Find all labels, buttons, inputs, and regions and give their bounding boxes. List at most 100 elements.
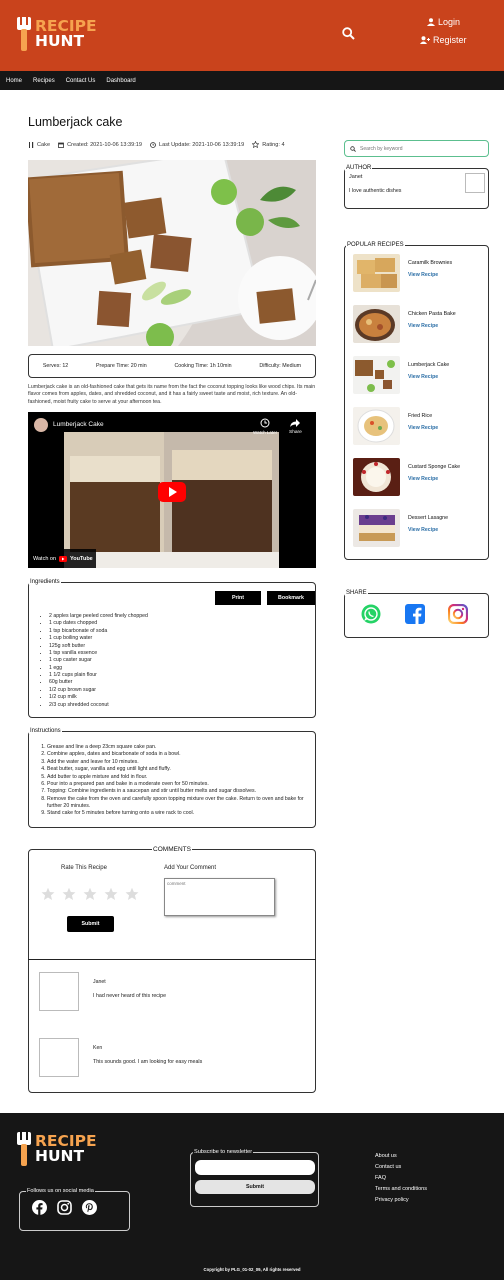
view-recipe-link[interactable]: View Recipe [408, 425, 438, 431]
nav-item-recipes[interactable]: Recipes [33, 78, 55, 84]
popular-recipe-item[interactable]: Custard Sponge Cake View Recipe [353, 458, 488, 509]
video-embed[interactable]: Lumberjack Cake Watch Later Share Watch … [28, 412, 316, 568]
ingredient-item: 1 cup caster sugar [49, 657, 148, 664]
youtube-logo-icon [59, 555, 68, 562]
comment-textarea[interactable] [164, 878, 275, 916]
utensil-logo-icon [17, 1132, 31, 1166]
footer-logo-text-hunt: HUNT [35, 1147, 85, 1165]
instruction-step: Combine apples, dates and bicarbonate of… [47, 751, 311, 758]
watch-on-youtube-button[interactable]: Watch on YouTube [28, 549, 96, 568]
star-outline-icon [252, 141, 260, 148]
ingredient-item: 1 tsp vanilla essence [49, 650, 148, 657]
sidebar-search[interactable] [344, 140, 489, 157]
star-icon[interactable] [125, 887, 139, 901]
watch-later-button[interactable]: Watch Later [253, 418, 277, 435]
recipe-thumbnail[interactable] [353, 458, 400, 496]
view-recipe-link[interactable]: View Recipe [408, 476, 460, 482]
star-icon[interactable] [41, 887, 55, 901]
instructions-section: Instructions Grease and line a deep 23cm… [28, 728, 316, 828]
pinterest-icon[interactable] [82, 1200, 97, 1215]
login-link[interactable]: Login [427, 17, 460, 27]
popular-recipe-title[interactable]: Chicken Pasta Bake [408, 311, 456, 317]
utensil-logo-icon [17, 17, 31, 51]
footer-link-faq[interactable]: FAQ [375, 1173, 427, 1184]
sidebar-search-input[interactable] [360, 145, 480, 152]
recipe-info-box: Serves: 12 Prepare Time: 20 min Cooking … [28, 354, 316, 378]
video-title[interactable]: Lumberjack Cake [53, 421, 104, 428]
fried-rice-illustration [353, 407, 400, 445]
footer-logo[interactable]: RECIPE HUNT [16, 1132, 97, 1166]
instagram-icon[interactable] [57, 1200, 72, 1215]
popular-recipe-title[interactable]: Caramilk Brownies [408, 260, 452, 266]
search-icon[interactable] [342, 27, 355, 40]
author-avatar [465, 173, 485, 193]
footer-link-contact[interactable]: Contact us [375, 1162, 427, 1173]
comment-avatar [39, 1038, 79, 1077]
instruction-step: Grease and line a deep 23cm square cake … [47, 744, 311, 751]
ingredient-item: 60g butter [49, 679, 148, 686]
rating-stars[interactable] [41, 887, 139, 901]
recipe-thumbnail[interactable] [353, 356, 400, 394]
meta-category-label: Cake [37, 141, 51, 148]
footer-link-privacy[interactable]: Privacy policy [375, 1195, 427, 1206]
popular-recipe-item[interactable]: Dessert Lasagne View Recipe [353, 509, 488, 560]
site-logo[interactable]: RECIPE HUNT [16, 17, 97, 51]
facebook-icon[interactable] [405, 604, 425, 624]
author-box: AUTHOR Janet I love authentic dishes [344, 165, 489, 209]
login-label: Login [438, 17, 461, 27]
comment-text: This sounds good. I am looking for easy … [93, 1059, 203, 1065]
popular-recipe-item[interactable]: Chicken Pasta Bake View Recipe [353, 305, 488, 356]
star-icon[interactable] [104, 887, 118, 901]
youtube-play-icon[interactable] [158, 482, 186, 502]
watch-on-label: Watch on [33, 555, 57, 562]
view-recipe-link[interactable]: View Recipe [408, 527, 448, 533]
view-recipe-link[interactable]: View Recipe [408, 272, 452, 278]
popular-recipe-title[interactable]: Dessert Lasagne [408, 515, 448, 521]
register-link[interactable]: Register [420, 35, 467, 45]
user-icon [427, 18, 435, 26]
popular-recipe-title[interactable]: Lumberjack Cake [408, 362, 449, 368]
popular-recipe-item[interactable]: Caramilk Brownies View Recipe [353, 254, 488, 305]
submit-rating-button[interactable]: Submit [67, 916, 114, 932]
channel-avatar[interactable] [34, 418, 48, 432]
footer-link-about[interactable]: About us [375, 1151, 427, 1162]
comment-avatar [39, 972, 79, 1011]
view-recipe-link[interactable]: View Recipe [408, 374, 449, 380]
nav-item-dashboard[interactable]: Dashboard [106, 78, 135, 84]
newsletter-legend: Subscribe to newsletter [194, 1149, 253, 1155]
lumberjack-cake-illustration [353, 356, 400, 394]
popular-recipe-item[interactable]: Lumberjack Cake View Recipe [353, 356, 488, 407]
recipe-thumbnail[interactable] [353, 407, 400, 445]
recipe-thumbnail[interactable] [353, 254, 400, 292]
recipe-thumbnail[interactable] [353, 305, 400, 343]
nav-item-home[interactable]: Home [6, 78, 22, 84]
facebook-icon[interactable] [32, 1200, 47, 1215]
popular-recipe-title[interactable]: Custard Sponge Cake [408, 464, 460, 470]
recipe-thumbnail[interactable] [353, 509, 400, 547]
share-video-label: Share [289, 430, 302, 435]
calendar-icon [58, 142, 64, 148]
share-legend: SHARE [346, 590, 367, 596]
comment-author: Janet [93, 979, 106, 985]
meta-created-label: Created: 2021-10-06 13:39:19 [67, 141, 143, 148]
share-arrow-icon [290, 419, 301, 427]
popular-recipe-item[interactable]: Fried Rice View Recipe [353, 407, 488, 458]
author-bio: I love authentic dishes [349, 188, 402, 194]
share-video-button[interactable]: Share [289, 418, 302, 435]
whatsapp-icon[interactable] [361, 604, 381, 624]
instructions-list: Grease and line a deep 23cm square cake … [31, 744, 311, 818]
instructions-legend: Instructions [30, 728, 61, 734]
instagram-icon[interactable] [448, 604, 468, 624]
view-recipe-link[interactable]: View Recipe [408, 323, 456, 329]
star-icon[interactable] [83, 887, 97, 901]
nav-item-contact[interactable]: Contact Us [66, 78, 96, 84]
popular-recipe-title[interactable]: Fried Rice [408, 413, 438, 419]
newsletter-email-input[interactable] [195, 1160, 315, 1175]
newsletter-submit-button[interactable]: Submit [195, 1180, 315, 1194]
ingredient-item: 125g soft butter [49, 643, 148, 650]
print-button[interactable]: Print [215, 591, 261, 605]
footer-link-terms[interactable]: Terms and conditions [375, 1184, 427, 1195]
bookmark-button[interactable]: Bookmark [267, 591, 315, 605]
ingredient-item: 1 tsp bicarbonate of soda [49, 628, 148, 635]
star-icon[interactable] [62, 887, 76, 901]
